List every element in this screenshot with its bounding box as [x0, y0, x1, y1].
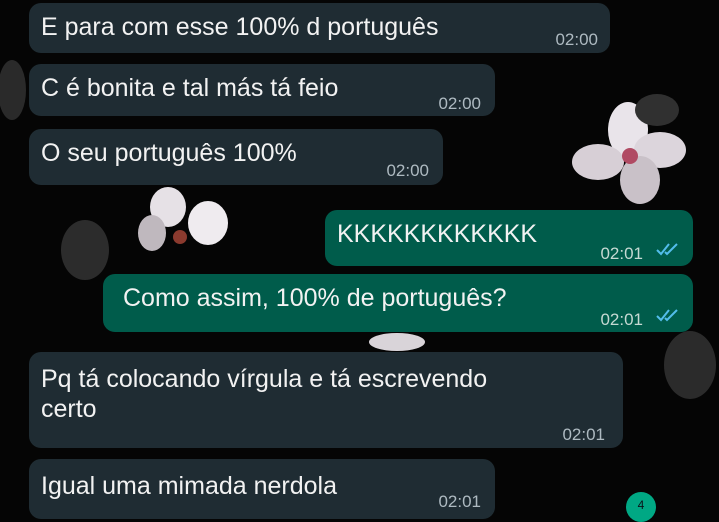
incoming-message[interactable]: C é bonita e tal más tá feio 02:00	[29, 64, 495, 116]
message-time: 02:00	[386, 161, 429, 180]
flower-decoration	[138, 187, 228, 251]
incoming-message[interactable]: O seu português 100% 02:00	[29, 129, 443, 185]
incoming-message[interactable]: Pq tá colocando vírgula e tá escrevendo …	[29, 352, 623, 448]
outgoing-message[interactable]: KKKKKKKKKKKK 02:01	[325, 210, 693, 266]
outgoing-message[interactable]: Como assim, 100% de português? 02:01	[103, 274, 693, 332]
message-time: 02:01	[600, 310, 643, 329]
incoming-message[interactable]: E para com esse 100% d português 02:00	[29, 3, 610, 53]
message-time: 02:01	[438, 492, 481, 511]
message-text: Como assim, 100% de português?	[123, 284, 507, 312]
leaf-decoration	[664, 331, 716, 399]
message-text: O seu português 100%	[41, 139, 297, 167]
message-text-line: Pq tá colocando vírgula e tá escrevendo	[41, 365, 488, 393]
message-text-line: certo	[41, 395, 97, 423]
message-text: C é bonita e tal más tá feio	[41, 74, 339, 102]
read-double-check-icon	[656, 243, 678, 256]
unread-count-badge[interactable]: 4	[626, 492, 656, 522]
incoming-message[interactable]: Igual uma mimada nerdola 02:01	[29, 459, 495, 519]
message-time: 02:01	[562, 425, 605, 444]
message-text: Igual uma mimada nerdola	[41, 472, 337, 500]
read-double-check-icon	[656, 309, 678, 322]
message-time: 02:01	[600, 244, 643, 263]
leaf-decoration	[635, 94, 679, 126]
message-time: 02:00	[555, 30, 598, 49]
message-text: E para com esse 100% d português	[41, 13, 439, 41]
message-time: 02:00	[438, 94, 481, 113]
message-text: KKKKKKKKKKKK	[337, 220, 538, 248]
